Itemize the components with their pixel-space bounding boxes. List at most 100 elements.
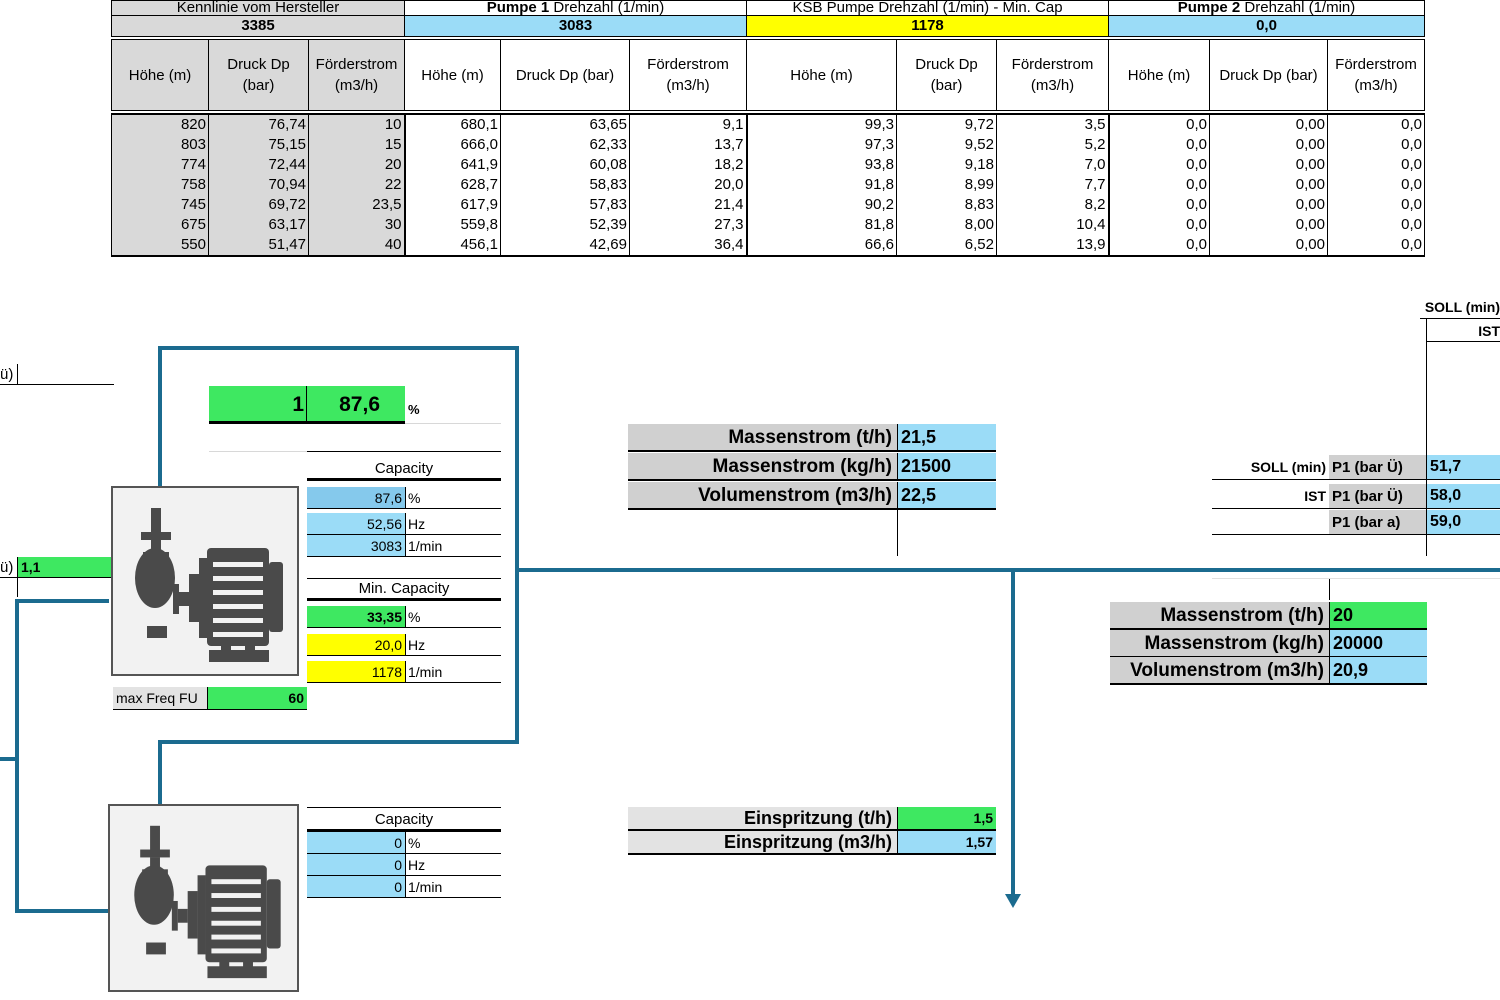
- pipe-suction-vertical: [15, 599, 19, 913]
- pipe-mid-horizontal: [158, 740, 519, 744]
- table-cell: 0,0: [1327, 135, 1425, 155]
- pump1-min-capacity-value: 1178: [307, 661, 405, 682]
- table-cell: 0,0: [1327, 155, 1425, 175]
- divider: [307, 578, 501, 579]
- table-cell: 42,69: [500, 235, 630, 257]
- table-cell: 63,65: [500, 114, 630, 135]
- pressure-label: P1 (bar Ü): [1329, 455, 1426, 479]
- divider: [1426, 341, 1500, 342]
- divider: [897, 807, 898, 829]
- divider: [1110, 683, 1427, 685]
- table-cell: 66,6: [745, 235, 897, 257]
- column-header: Förderstrom (m3/h): [1327, 39, 1425, 111]
- table-cell: 23,5: [308, 195, 405, 215]
- group-title-pump1-rest: Drehzahl (1/min): [549, 0, 665, 16]
- flow1-value: 21500: [898, 453, 996, 479]
- pressure-label: P1 (bar a): [1329, 510, 1426, 534]
- table-cell: 72,44: [208, 155, 309, 175]
- table-cell: 0,00: [1209, 135, 1328, 155]
- pressure-prefix: [1212, 510, 1329, 534]
- divider: [405, 832, 406, 853]
- divider: [0, 577, 112, 578]
- pipe-suction-top: [15, 599, 109, 603]
- pump-icon: [134, 825, 281, 979]
- table-cell: 81,8: [745, 215, 897, 235]
- flow2-value: 20,9: [1330, 657, 1427, 683]
- column-header: Druck Dp (bar): [1209, 39, 1328, 111]
- table-cell: 99,3: [745, 114, 897, 135]
- table-cell: 10: [308, 114, 405, 135]
- table-cell: 820: [111, 114, 209, 135]
- pressure-value: 58,0: [1427, 484, 1500, 508]
- divider: [628, 450, 996, 452]
- pump-curve-table: Kennlinie vom Hersteller Pumpe 1 Drehzah…: [111, 0, 1425, 257]
- table-row: 758 70,94 22 628,7 58,83 20,0 91,8 8,99 7,7 0,0 0,…: [111, 175, 1425, 195]
- table-cell: 13,7: [629, 135, 747, 155]
- table-cell: 0,00: [1209, 235, 1328, 257]
- table-cell: 3,5: [996, 114, 1109, 135]
- divider: [17, 364, 18, 384]
- divider: [307, 451, 501, 452]
- pressure-label: P1 (bar Ü): [1329, 484, 1426, 508]
- pressure-value: 51,7: [1427, 455, 1500, 479]
- table-cell: 27,3: [629, 215, 747, 235]
- pump1-min-capacity-unit: Hz: [408, 636, 426, 653]
- table-cell: 0,00: [1209, 215, 1328, 235]
- table-cell: 550: [111, 235, 209, 257]
- table-cell: 9,52: [896, 135, 997, 155]
- divider: [628, 853, 996, 855]
- divider: [405, 535, 406, 556]
- divider: [307, 556, 501, 557]
- pump1-capacity-label: Capacity: [374, 459, 434, 477]
- pressure-prefix: IST: [1304, 488, 1326, 504]
- pipe-suction-bottom: [15, 909, 109, 913]
- pump1-percent-unit: %: [408, 401, 420, 417]
- divider: [306, 386, 307, 422]
- pressure-value: 59,0: [1427, 510, 1500, 534]
- divider: [209, 421, 405, 424]
- pump1-capacity-unit: Hz: [408, 515, 426, 532]
- divider: [307, 627, 501, 628]
- table-cell: 20,0: [629, 175, 747, 195]
- pipe-top-horizontal: [158, 346, 519, 350]
- table-cell: 75,15: [208, 135, 309, 155]
- table-cell: 628,7: [403, 175, 501, 195]
- table-cell: 8,00: [896, 215, 997, 235]
- table-cell: 0,0: [1327, 175, 1425, 195]
- divider: [405, 661, 406, 682]
- table-cell: 36,4: [629, 235, 747, 257]
- table-cell: 0,0: [1107, 155, 1210, 175]
- table-cell: 0,0: [1107, 175, 1210, 195]
- table-cell: 93,8: [745, 155, 897, 175]
- table-cell: 22: [308, 175, 405, 195]
- column-header: Druck Dp (bar): [896, 39, 997, 111]
- pump1-capacity-unit: %: [408, 489, 421, 506]
- flow2-label: Volumenstrom (m3/h): [1110, 657, 1330, 683]
- table-cell: 641,9: [403, 155, 501, 175]
- divider: [307, 598, 501, 601]
- pump1-capacity-unit: 1/min: [408, 537, 443, 554]
- column-header: Druck Dp (bar): [208, 39, 309, 111]
- table-cell: 0,00: [1209, 114, 1328, 135]
- pump1-icon-box: [111, 486, 299, 676]
- divider: [897, 424, 898, 450]
- left-fragment-top: ü): [0, 365, 14, 383]
- table-cell: 9,72: [896, 114, 997, 135]
- column-header: Höhe (m): [404, 39, 501, 111]
- table-cell: 0,00: [1209, 155, 1328, 175]
- table-cell: 20: [308, 155, 405, 175]
- divider: [0, 384, 114, 385]
- table-cell: 52,39: [500, 215, 630, 235]
- table-cell: 5,2: [996, 135, 1109, 155]
- divider: [628, 508, 996, 510]
- pipe-pump2-riser: [158, 740, 162, 808]
- group-title-pump2-rest: Drehzahl (1/min): [1240, 0, 1356, 16]
- max-freq-label: max Freq FU: [113, 687, 208, 709]
- column-header: Förderstrom (m3/h): [629, 39, 747, 111]
- divider: [1212, 508, 1500, 509]
- table-cell: 0,00: [1209, 175, 1328, 195]
- table-cell: 62,33: [500, 135, 630, 155]
- table-cell: 0,0: [1107, 235, 1210, 257]
- divider: [897, 508, 898, 556]
- table-cell: 57,83: [500, 195, 630, 215]
